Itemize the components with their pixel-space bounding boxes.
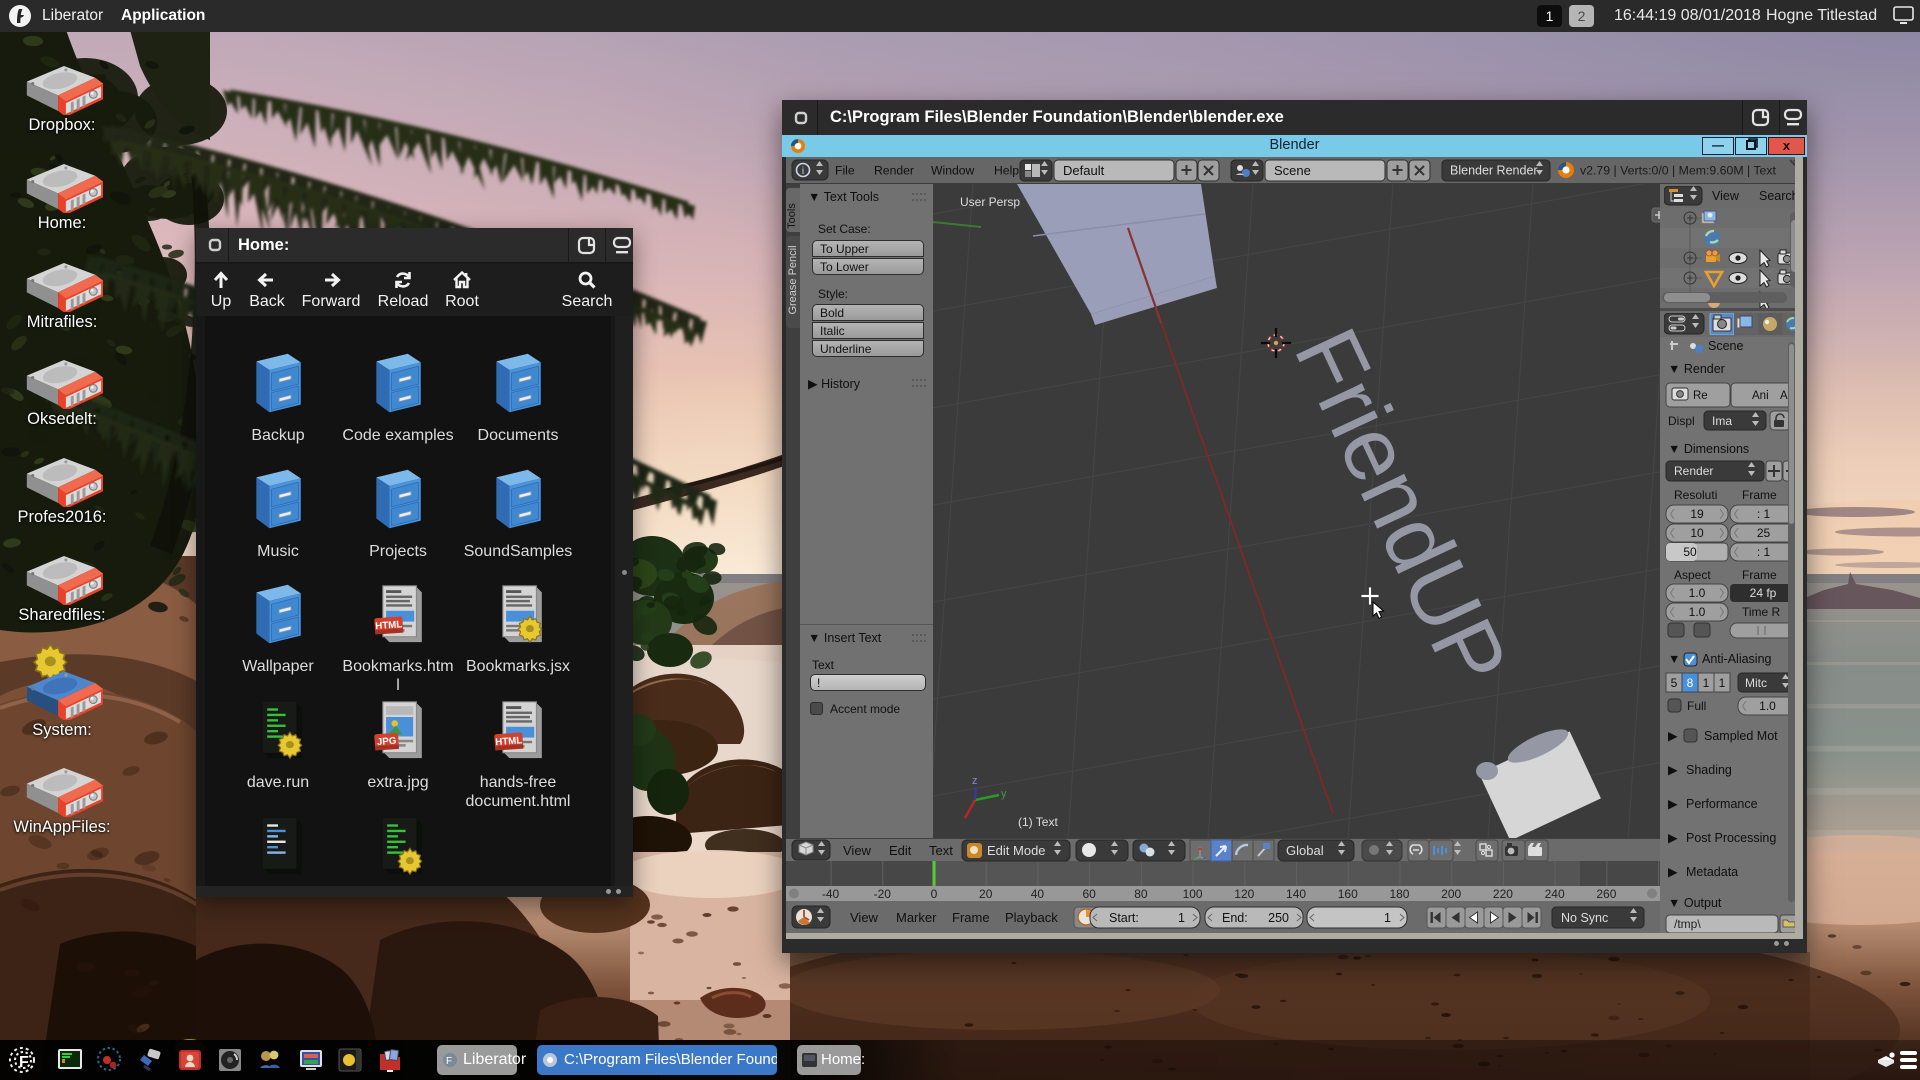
svg-text:50: 50 [1683, 545, 1697, 559]
svg-text:File: File [835, 164, 855, 178]
svg-text:▼ Dimensions: ▼ Dimensions [1668, 442, 1749, 456]
svg-text:▼: ▼ [1668, 652, 1680, 666]
svg-text:Frame: Frame [1742, 568, 1777, 582]
svg-text:▶: ▶ [1668, 865, 1678, 879]
svg-text:▼ Output: ▼ Output [1668, 896, 1722, 910]
svg-text:Scene: Scene [1708, 339, 1743, 353]
svg-text:1.0: 1.0 [1689, 586, 1706, 600]
svg-text:Scene: Scene [1274, 163, 1311, 178]
svg-text:20: 20 [979, 887, 993, 901]
svg-text:JPG: JPG [377, 736, 397, 748]
svg-text:1: 1 [1703, 676, 1710, 690]
svg-text:F: F [446, 1056, 452, 1067]
svg-text:250: 250 [1268, 911, 1289, 925]
svg-text:Post Processing: Post Processing [1686, 831, 1776, 845]
svg-text:19: 19 [1690, 507, 1704, 521]
svg-text:End:: End: [1222, 911, 1248, 925]
svg-text:▼ Render: ▼ Render [1668, 362, 1725, 376]
svg-text:/tmp\: /tmp\ [1674, 917, 1701, 931]
svg-text:60: 60 [1082, 887, 1096, 901]
svg-text:24 fp: 24 fp [1750, 586, 1777, 600]
svg-text:260: 260 [1596, 887, 1616, 901]
svg-text:User Persp: User Persp [960, 195, 1020, 209]
svg-text:120: 120 [1234, 887, 1254, 901]
svg-text:100: 100 [1183, 887, 1203, 901]
svg-text:40: 40 [1031, 887, 1045, 901]
svg-text:140: 140 [1286, 887, 1306, 901]
svg-text:1: 1 [1384, 911, 1391, 925]
svg-text:-40: -40 [822, 887, 840, 901]
svg-text:HTML: HTML [375, 619, 403, 632]
svg-text:▶: ▶ [1668, 729, 1678, 743]
svg-text:Window: Window [931, 164, 975, 178]
svg-text:Aspect: Aspect [1674, 568, 1711, 582]
svg-text:Default: Default [1063, 163, 1105, 178]
svg-text:25: 25 [1757, 526, 1771, 540]
svg-text:Time R: Time R [1742, 605, 1781, 619]
svg-text:Edit: Edit [889, 843, 912, 858]
svg-text:8: 8 [1687, 676, 1694, 690]
svg-text:Start:: Start: [1109, 911, 1139, 925]
svg-text:Search: Search [1759, 189, 1799, 203]
svg-text:Ima: Ima [1712, 414, 1732, 428]
svg-text:160: 160 [1338, 887, 1358, 901]
svg-text:Help: Help [994, 164, 1019, 178]
svg-text:1.0: 1.0 [1759, 699, 1776, 713]
svg-text:1: 1 [1178, 911, 1185, 925]
svg-text:0: 0 [931, 887, 938, 901]
svg-text:Playback: Playback [1005, 910, 1058, 925]
svg-text:HTML: HTML [495, 735, 523, 748]
svg-text:220: 220 [1493, 887, 1513, 901]
svg-text:Edit Mode: Edit Mode [987, 843, 1046, 858]
svg-text:View: View [843, 843, 872, 858]
svg-text:(1) Text: (1) Text [1018, 815, 1058, 829]
svg-text:Mitc: Mitc [1745, 676, 1767, 690]
svg-text:FriendUP: FriendUP [1275, 314, 1526, 701]
svg-text:Render: Render [874, 164, 914, 178]
svg-text:Ani: Ani [1752, 390, 1769, 402]
svg-text:z: z [972, 775, 978, 787]
svg-text:1.0: 1.0 [1689, 605, 1706, 619]
svg-text:▶: ▶ [1668, 797, 1678, 811]
svg-text:Anti-Aliasing: Anti-Aliasing [1702, 652, 1772, 666]
svg-text:200: 200 [1441, 887, 1461, 901]
svg-text:View: View [1712, 189, 1740, 203]
svg-text:Sampled Mot: Sampled Mot [1704, 729, 1778, 743]
svg-text:View: View [850, 910, 879, 925]
svg-text:Performance: Performance [1686, 797, 1758, 811]
svg-text:240: 240 [1545, 887, 1565, 901]
svg-text:5: 5 [1671, 676, 1678, 690]
svg-text:180: 180 [1389, 887, 1409, 901]
svg-text:Re: Re [1693, 390, 1708, 402]
svg-text:80: 80 [1134, 887, 1148, 901]
svg-text:Frame: Frame [952, 910, 990, 925]
svg-text:Marker: Marker [896, 910, 937, 925]
svg-text:10: 10 [1690, 526, 1704, 540]
svg-text:Blender Render: Blender Render [1450, 164, 1538, 178]
svg-text:: 1: : 1 [1757, 545, 1771, 559]
svg-text:Displ: Displ [1668, 414, 1695, 428]
svg-text:1: 1 [1719, 676, 1726, 690]
svg-text:-20: -20 [874, 887, 892, 901]
svg-text:Render: Render [1674, 464, 1713, 478]
svg-text:y: y [1001, 788, 1007, 800]
svg-text:Text: Text [929, 843, 953, 858]
svg-text:Global: Global [1286, 843, 1324, 858]
svg-text:Shading: Shading [1686, 763, 1732, 777]
svg-text:Full: Full [1687, 699, 1706, 713]
svg-text:: 1: : 1 [1757, 507, 1771, 521]
svg-text:v2.79 | Verts:0/0 | Mem:9.60M: v2.79 | Verts:0/0 | Mem:9.60M | Text [1580, 164, 1777, 178]
svg-text:Resoluti: Resoluti [1674, 488, 1717, 502]
svg-text:▶: ▶ [1668, 763, 1678, 777]
svg-text:▶: ▶ [1668, 831, 1678, 845]
svg-text:No Sync: No Sync [1561, 911, 1608, 925]
svg-text:Metadata: Metadata [1686, 865, 1738, 879]
svg-text:Frame: Frame [1742, 488, 1777, 502]
svg-text:i: i [802, 166, 804, 177]
svg-text:F: F [19, 1054, 29, 1071]
